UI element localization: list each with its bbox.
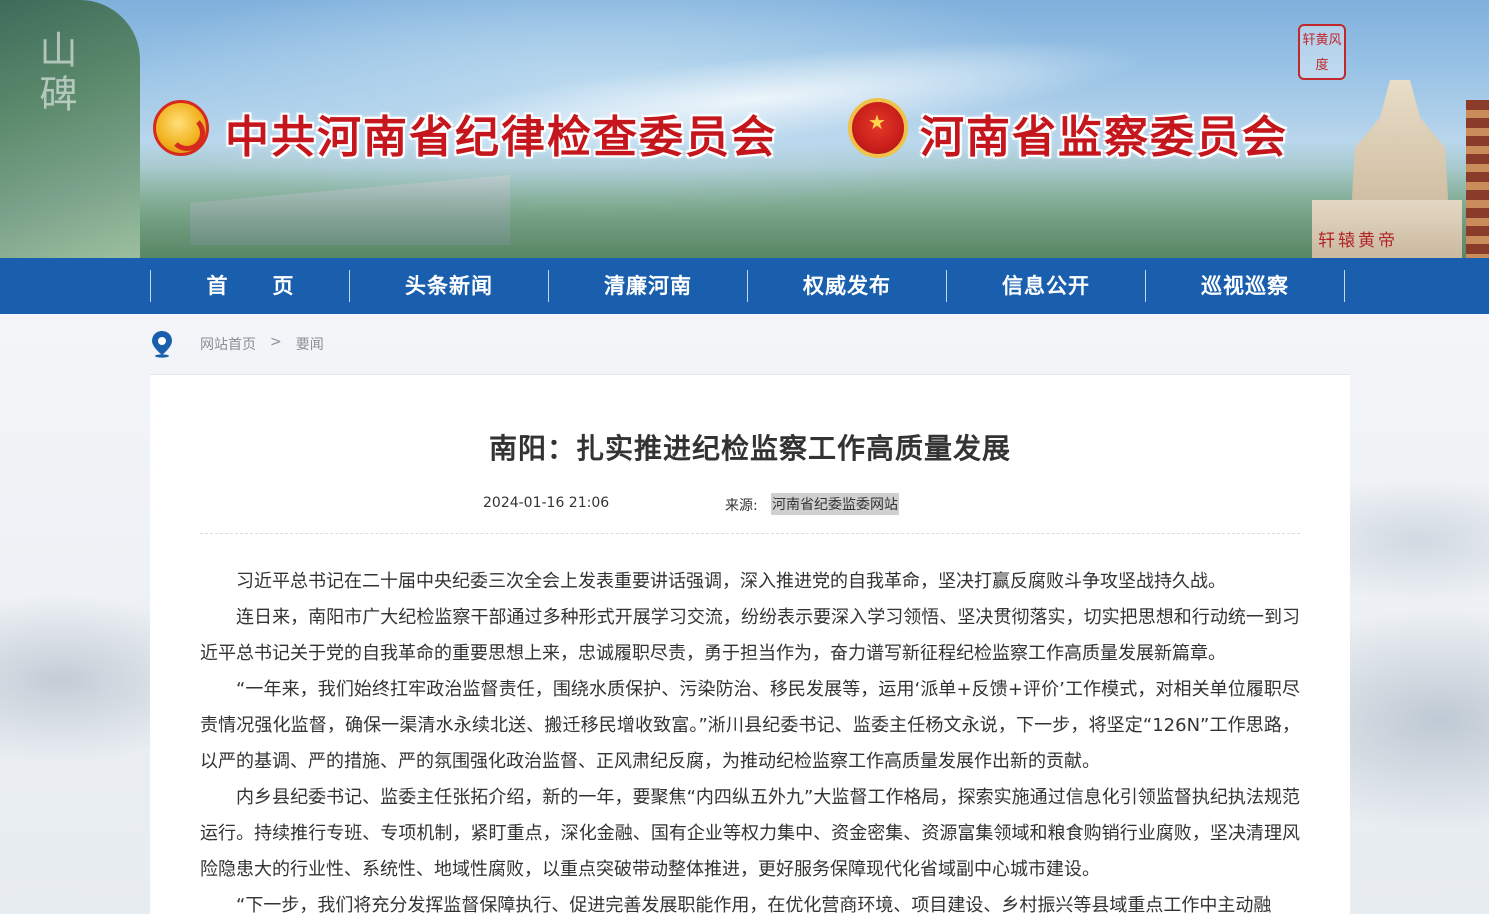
article-source-label: 来源:: [725, 498, 758, 514]
breadcrumb-current-link[interactable]: 要闻: [296, 334, 324, 354]
banner-mountains: [0, 168, 1489, 258]
banner-statue-label: 轩辕黄帝: [1318, 231, 1398, 251]
banner-cliff-text: 山碑: [33, 30, 77, 118]
article-paragraph: “一年来，我们始终扛牢政治监督责任，围绕水质保护、污染防治、移民发展等，运用‘派…: [200, 679, 1300, 772]
nav-item-home[interactable]: 首 页: [151, 270, 350, 302]
meta-divider: [200, 533, 1300, 534]
breadcrumb-home-link[interactable]: 网站首页: [200, 334, 256, 354]
main-nav: 首 页 头条新闻 清廉河南 权威发布 信息公开 巡视巡察: [0, 258, 1489, 314]
header-banner: 山碑 轩 黄 风 度 轩辕黄帝 中共河南省纪律检查委员会 河南省监察委员会: [0, 0, 1489, 258]
party-emblem-icon: [153, 100, 209, 156]
seal-char: 度: [1315, 58, 1329, 73]
banner-seal-stamp: 轩 黄 风 度: [1298, 24, 1346, 80]
banner-tower: [1466, 100, 1489, 258]
article-source: 河南省纪委监委网站: [771, 493, 899, 515]
article-paragraph: 习近平总书记在二十届中央纪委三次全会上发表重要讲话强调，深入推进党的自我革命，坚…: [236, 571, 1226, 592]
nav-item-releases[interactable]: 权威发布: [748, 270, 947, 302]
breadcrumb-separator: >: [270, 334, 282, 350]
seal-char: 轩: [1302, 33, 1316, 48]
site-title-right: 河南省监察委员会: [920, 112, 1288, 163]
main-nav-items: 首 页 头条新闻 清廉河南 权威发布 信息公开 巡视巡察: [150, 270, 1346, 302]
nav-item-clean-henan[interactable]: 清廉河南: [549, 270, 748, 302]
seal-char: 黄: [1315, 33, 1329, 48]
nav-item-inspection[interactable]: 巡视巡察: [1146, 270, 1345, 302]
article-paragraph: 连日来，南阳市广大纪检监察干部通过多种形式开展学习交流，纷纷表示要深入学习领悟、…: [200, 607, 1300, 664]
site-title-left: 中共河南省纪律检查委员会: [225, 112, 777, 163]
article-paragraph: “下一步，我们将充分发挥监督保障执行、促进完善发展职能作用，在优化营商环境、项目…: [236, 895, 1272, 914]
seal-char: 风: [1328, 33, 1342, 48]
breadcrumb: 网站首页 > 要闻: [150, 314, 1350, 375]
article-date: 2024-01-16 21:06: [483, 495, 610, 511]
national-emblem-icon: [848, 98, 908, 158]
location-pin-icon: [150, 330, 174, 358]
article-title: 南阳：扎实推进纪检监察工作高质量发展: [488, 432, 1011, 465]
article-meta: 2024-01-16 21:06 来源: 河南省纪委监委网站: [150, 493, 1350, 515]
article-paragraph: 内乡县纪委书记、监委主任张拓介绍，新的一年，要聚焦“内四纵五外九”大监督工作格局…: [200, 787, 1300, 880]
nav-item-headlines[interactable]: 头条新闻: [350, 270, 549, 302]
breadcrumb-trail: 网站首页 > 要闻: [200, 334, 324, 354]
article-body: 习近平总书记在二十届中央纪委三次全会上发表重要讲话强调，深入推进党的自我革命，坚…: [200, 564, 1300, 914]
article-card: 南阳：扎实推进纪检监察工作高质量发展 2024-01-16 21:06 来源: …: [150, 375, 1350, 914]
nav-item-disclosure[interactable]: 信息公开: [947, 270, 1146, 302]
